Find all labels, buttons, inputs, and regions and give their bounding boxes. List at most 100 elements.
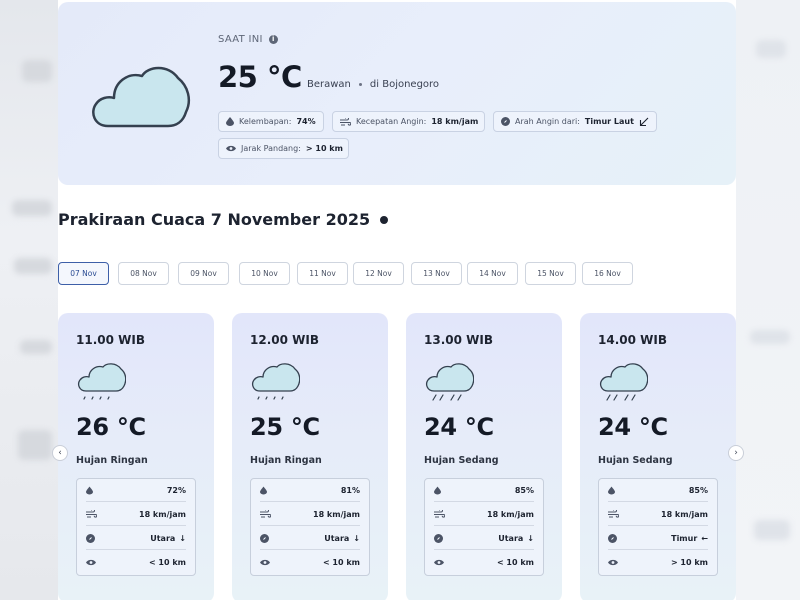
wind-direction-row: Timur ← <box>608 527 708 550</box>
hour-condition: Hujan Ringan <box>76 455 148 466</box>
hour-details: 85% 18 km/jam Timur ← > 10 km <box>598 478 718 576</box>
arrow-down-icon: ↓ <box>179 533 186 543</box>
wind-direction-value: Utara <box>150 533 176 543</box>
compass-icon <box>434 533 443 543</box>
wind-speed-row: 18 km/jam <box>86 503 186 526</box>
tab-14-nov[interactable]: 14 Nov <box>467 262 518 285</box>
humidity-label: Kelembapan: <box>239 117 292 126</box>
moderate-rain-icon <box>426 363 474 401</box>
compass-icon <box>86 533 95 543</box>
separator-dot <box>358 83 362 86</box>
humidity-value: 72% <box>166 485 186 495</box>
visibility-chip: Jarak Pandang: > 10 km <box>218 138 349 159</box>
hour-details: 72% 18 km/jam Utara ↓ < 10 km <box>76 478 196 576</box>
light-rain-icon <box>78 363 126 400</box>
tab-13-nov[interactable]: 13 Nov <box>411 262 462 285</box>
humidity-row: 81% <box>260 479 360 502</box>
wind-icon <box>86 510 97 518</box>
humidity-chip: Kelembapan: 74% <box>218 111 324 132</box>
humidity-value: 81% <box>340 485 360 495</box>
tab-07-nov[interactable]: 07 Nov <box>58 262 109 285</box>
wind-direction-chip: Arah Angin dari: Timur Laut <box>493 111 657 132</box>
visibility-row: < 10 km <box>86 551 186 574</box>
hour-condition: Hujan Sedang <box>598 455 673 466</box>
wind-speed-row: 18 km/jam <box>434 503 534 526</box>
compass-icon <box>608 533 617 543</box>
arrow-left-icon: ← <box>701 533 708 543</box>
carousel-prev-button[interactable]: ‹ <box>52 445 68 461</box>
hour-condition: Hujan Sedang <box>424 455 499 466</box>
current-temperature: 25 °C <box>218 60 302 94</box>
hour-temperature: 24 °C <box>424 413 494 441</box>
compass-icon <box>501 117 510 126</box>
arrow-down-icon: ↓ <box>527 533 534 543</box>
hour-temperature: 26 °C <box>76 413 146 441</box>
hour-details: 85% 18 km/jam Utara ↓ < 10 km <box>424 478 544 576</box>
wind-icon <box>260 510 271 518</box>
visibility-value: > 10 km <box>670 558 708 567</box>
wind-icon <box>340 117 351 126</box>
humidity-value: 85% <box>688 485 708 495</box>
wind-speed-label: Kecepatan Angin: <box>356 117 427 126</box>
eye-icon <box>226 145 236 152</box>
droplet-icon <box>86 486 93 494</box>
forecast-heading: Prakiraan Cuaca 7 November 2025 <box>58 210 389 229</box>
visibility-value: < 10 km <box>322 558 360 567</box>
carousel-next-button[interactable]: › <box>728 445 744 461</box>
wind-speed-row: 18 km/jam <box>608 503 708 526</box>
moderate-rain-icon <box>600 363 648 401</box>
hourly-card: 13.00 WIB 24 °C Hujan Sedang 85% 18 km/j… <box>406 313 562 600</box>
info-icon[interactable] <box>380 215 389 224</box>
wind-speed-value: 18 km/jam <box>313 509 360 519</box>
tab-16-nov[interactable]: 16 Nov <box>582 262 633 285</box>
wind-direction-value: Utara <box>498 533 524 543</box>
tab-08-nov[interactable]: 08 Nov <box>118 262 169 285</box>
arrow-down-icon: ↓ <box>353 533 360 543</box>
background-right <box>736 0 800 600</box>
eye-icon <box>260 559 270 566</box>
tab-10-nov[interactable]: 10 Nov <box>239 262 290 285</box>
tab-15-nov[interactable]: 15 Nov <box>525 262 576 285</box>
hourly-card: 11.00 WIB 26 °C Hujan Ringan 72% 18 km/j… <box>58 313 214 600</box>
eye-icon <box>86 559 96 566</box>
weather-page: SAAT INI i 25 °C Berawan di Bojonegoro K… <box>58 0 736 600</box>
eye-icon <box>608 559 618 566</box>
hour-temperature: 24 °C <box>598 413 668 441</box>
droplet-icon <box>434 486 441 494</box>
humidity-value: 74% <box>296 117 316 126</box>
wind-direction-label: Arah Angin dari: <box>515 117 580 126</box>
light-rain-icon <box>252 363 300 400</box>
humidity-row: 72% <box>86 479 186 502</box>
arrow-down-left-icon <box>639 117 649 126</box>
hour-time: 12.00 WIB <box>250 333 319 347</box>
wind-speed-value: 18 km/jam <box>487 509 534 519</box>
wind-icon <box>434 510 445 518</box>
current-label: SAAT INI i <box>218 34 278 45</box>
visibility-value: > 10 km <box>305 144 343 153</box>
current-label-text: SAAT INI <box>218 34 263 45</box>
current-weather-card: SAAT INI i 25 °C Berawan di Bojonegoro K… <box>58 2 736 185</box>
hour-details: 81% 18 km/jam Utara ↓ < 10 km <box>250 478 370 576</box>
hour-time: 14.00 WIB <box>598 333 667 347</box>
humidity-row: 85% <box>434 479 534 502</box>
visibility-row: > 10 km <box>608 551 708 574</box>
condition-text: Berawan <box>307 79 351 90</box>
humidity-row: 85% <box>608 479 708 502</box>
droplet-icon <box>260 486 267 494</box>
tab-12-nov[interactable]: 12 Nov <box>353 262 404 285</box>
visibility-value: < 10 km <box>496 558 534 567</box>
current-condition: Berawan di Bojonegoro <box>307 79 439 90</box>
wind-direction-value: Timur Laut <box>584 117 634 126</box>
wind-direction-row: Utara ↓ <box>260 527 360 550</box>
tab-11-nov[interactable]: 11 Nov <box>297 262 348 285</box>
forecast-title: Prakiraan Cuaca 7 November 2025 <box>58 210 371 229</box>
background-left <box>0 0 58 600</box>
hour-condition: Hujan Ringan <box>250 455 322 466</box>
droplet-icon <box>226 117 234 126</box>
visibility-label: Jarak Pandang: <box>241 144 301 153</box>
hour-time: 11.00 WIB <box>76 333 145 347</box>
wind-speed-value: 18 km/jam <box>139 509 186 519</box>
droplet-icon <box>608 486 615 494</box>
tab-09-nov[interactable]: 09 Nov <box>178 262 229 285</box>
info-icon[interactable]: i <box>268 35 278 44</box>
